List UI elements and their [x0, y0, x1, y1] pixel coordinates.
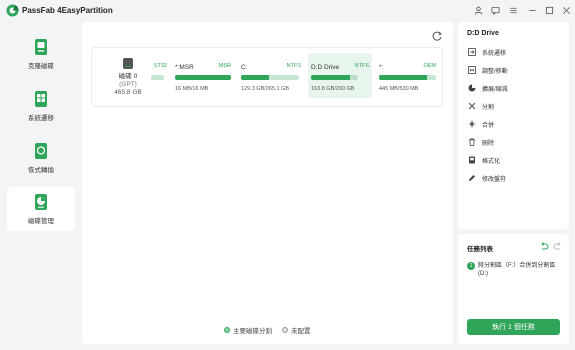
task-item: 1 將分割區（F:）合併到分割區 (D:): [467, 262, 565, 278]
partition-usage-bar: [151, 75, 164, 80]
sidebar-item-format-convert[interactable]: 恢式轉換: [7, 136, 75, 180]
menu-icon[interactable]: [505, 3, 521, 17]
disk-size: 465.8 GB: [114, 89, 142, 96]
redo-icon[interactable]: [553, 241, 563, 251]
partition-usage-bar: [175, 75, 231, 80]
edit-letter-icon: [469, 175, 475, 181]
partition-label: C:: [241, 64, 248, 71]
disk-type: (GPT): [119, 81, 137, 88]
merge-icon: [469, 120, 475, 128]
partition-usage-bar: [311, 75, 358, 80]
disk-row[interactable]: 磁碟 0 (GPT) 465.8 GB ST32 *:MSR MSR 16 MB…: [91, 47, 443, 107]
partition-fs: ST32: [153, 63, 167, 69]
execute-tasks-button[interactable]: 執行 1 個任務: [467, 319, 560, 335]
action-label: 修改盤符: [482, 176, 507, 183]
system-migrate-icon: [35, 91, 47, 107]
action-delete[interactable]: 刪除: [468, 136, 494, 148]
undo-icon[interactable]: [539, 241, 549, 251]
task-number: 1: [467, 262, 475, 270]
partition-capacity: 16 MB/16 MB: [175, 86, 209, 92]
partition-usage-bar: [241, 75, 299, 80]
extend-icon: [468, 84, 476, 92]
disk-clone-icon: [35, 39, 47, 55]
partition-usage-fill: [241, 75, 270, 80]
action-label: 刪除: [482, 140, 495, 147]
sidebar-item-disk-manage[interactable]: 磁碟管理: [7, 187, 75, 231]
disk-name: 磁碟 0: [118, 73, 138, 80]
action-split[interactable]: 分割: [468, 100, 494, 112]
partition-2[interactable]: C: NTFS 129.3 GB/265.1 GB: [238, 53, 304, 98]
migrate-icon: [468, 48, 476, 56]
task-list-panel: 任務列表 1 將分割區（F:）合併到分割區 (D:) 執行 1 個任務: [458, 234, 569, 344]
action-resize-move[interactable]: 調整/移動: [468, 64, 508, 76]
legend-primary-label: 主要磁碟分割: [233, 328, 272, 335]
close-icon[interactable]: [558, 3, 574, 17]
delete-icon: [469, 138, 475, 146]
sidebar-item-label: 磁碟管理: [28, 218, 54, 225]
account-icon[interactable]: [470, 3, 486, 17]
partition-usage-fill: [379, 75, 427, 80]
task-list-title: 任務列表: [467, 246, 493, 253]
unallocated-swatch: [282, 327, 288, 333]
partition-1[interactable]: *:MSR MSR 16 MB/16 MB: [172, 53, 234, 98]
partition-capacity: 445 MB/530 MB: [379, 86, 419, 92]
partition-fs: MSR: [218, 63, 231, 69]
action-label: 分割: [482, 104, 495, 111]
sidebar: 克隆磁碟 系統遷移 恢式轉換 磁碟管理: [0, 22, 82, 350]
selected-partition-title: D:D Drive: [467, 30, 499, 37]
sidebar-item-label: 系統遷移: [28, 115, 54, 122]
disk-manage-icon: [35, 194, 47, 210]
resize-icon: [468, 66, 476, 74]
partition-fs: NTFS: [286, 63, 301, 69]
legend: 主要磁碟分割 未配置: [224, 325, 311, 335]
app-title: PassFab 4EasyPartition: [22, 6, 113, 15]
disk-info: 磁碟 0 (GPT) 465.8 GB: [108, 58, 148, 96]
format-convert-icon: [35, 143, 47, 159]
app-logo-icon: [6, 4, 19, 17]
partition-usage-fill: [175, 75, 231, 80]
legend-unallocated-label: 未配置: [291, 328, 311, 335]
action-change-letter[interactable]: 修改盤符: [468, 172, 506, 184]
partition-3[interactable]: D:D Drive NTFS 163.8 GB/200 GB: [308, 53, 372, 98]
action-label: 合併: [482, 122, 495, 129]
partition-0[interactable]: ST32: [148, 53, 170, 98]
task-text: 將分割區（F:）合併到分割區 (D:): [478, 263, 556, 277]
maximize-icon[interactable]: [541, 3, 557, 17]
action-merge[interactable]: 合併: [468, 118, 494, 130]
disk-icon: [123, 58, 133, 69]
format-icon: [469, 156, 475, 164]
action-format[interactable]: 格式化: [468, 154, 500, 166]
partition-label: D:D Drive: [311, 64, 340, 71]
action-label: 格式化: [482, 158, 501, 165]
primary-partition-swatch: [224, 327, 230, 333]
split-icon: [468, 102, 476, 110]
sidebar-item-system-migrate[interactable]: 系統遷移: [7, 84, 75, 128]
partition-4[interactable]: *: OEM 445 MB/530 MB: [376, 53, 439, 98]
action-label: 系統遷移: [482, 50, 507, 57]
action-label: 調整/移動: [482, 68, 508, 75]
action-system-migrate[interactable]: 系統遷移: [468, 46, 506, 58]
action-label: 擴展/縮減: [482, 86, 508, 93]
partition-usage-bar: [379, 75, 436, 80]
disk-map-panel: 磁碟 0 (GPT) 465.8 GB ST32 *:MSR MSR 16 MB…: [82, 22, 453, 344]
partition-capacity: 163.8 GB/200 GB: [311, 86, 355, 92]
partition-fs: NTFS: [354, 63, 369, 69]
partition-label: *:MSR: [175, 64, 194, 71]
partition-usage-fill: [311, 75, 350, 80]
minimize-icon[interactable]: [524, 3, 540, 17]
title-bar: PassFab 4EasyPartition: [0, 0, 575, 22]
feedback-icon[interactable]: [487, 3, 503, 17]
partition-fs: OEM: [423, 63, 436, 69]
sidebar-item-label: 克隆磁碟: [28, 63, 54, 70]
sidebar-item-label: 恢式轉換: [28, 167, 54, 174]
partition-label: *:: [379, 64, 384, 71]
partition-capacity: 129.3 GB/265.1 GB: [241, 86, 290, 92]
refresh-icon[interactable]: [431, 30, 443, 42]
partition-actions-panel: D:D Drive 系統遷移 調整/移動 擴展/縮減 分割 合併 刪除 格式化 …: [458, 22, 569, 229]
action-extend-shrink[interactable]: 擴展/縮減: [468, 82, 508, 94]
sidebar-item-disk-clone[interactable]: 克隆磁碟: [7, 32, 75, 76]
